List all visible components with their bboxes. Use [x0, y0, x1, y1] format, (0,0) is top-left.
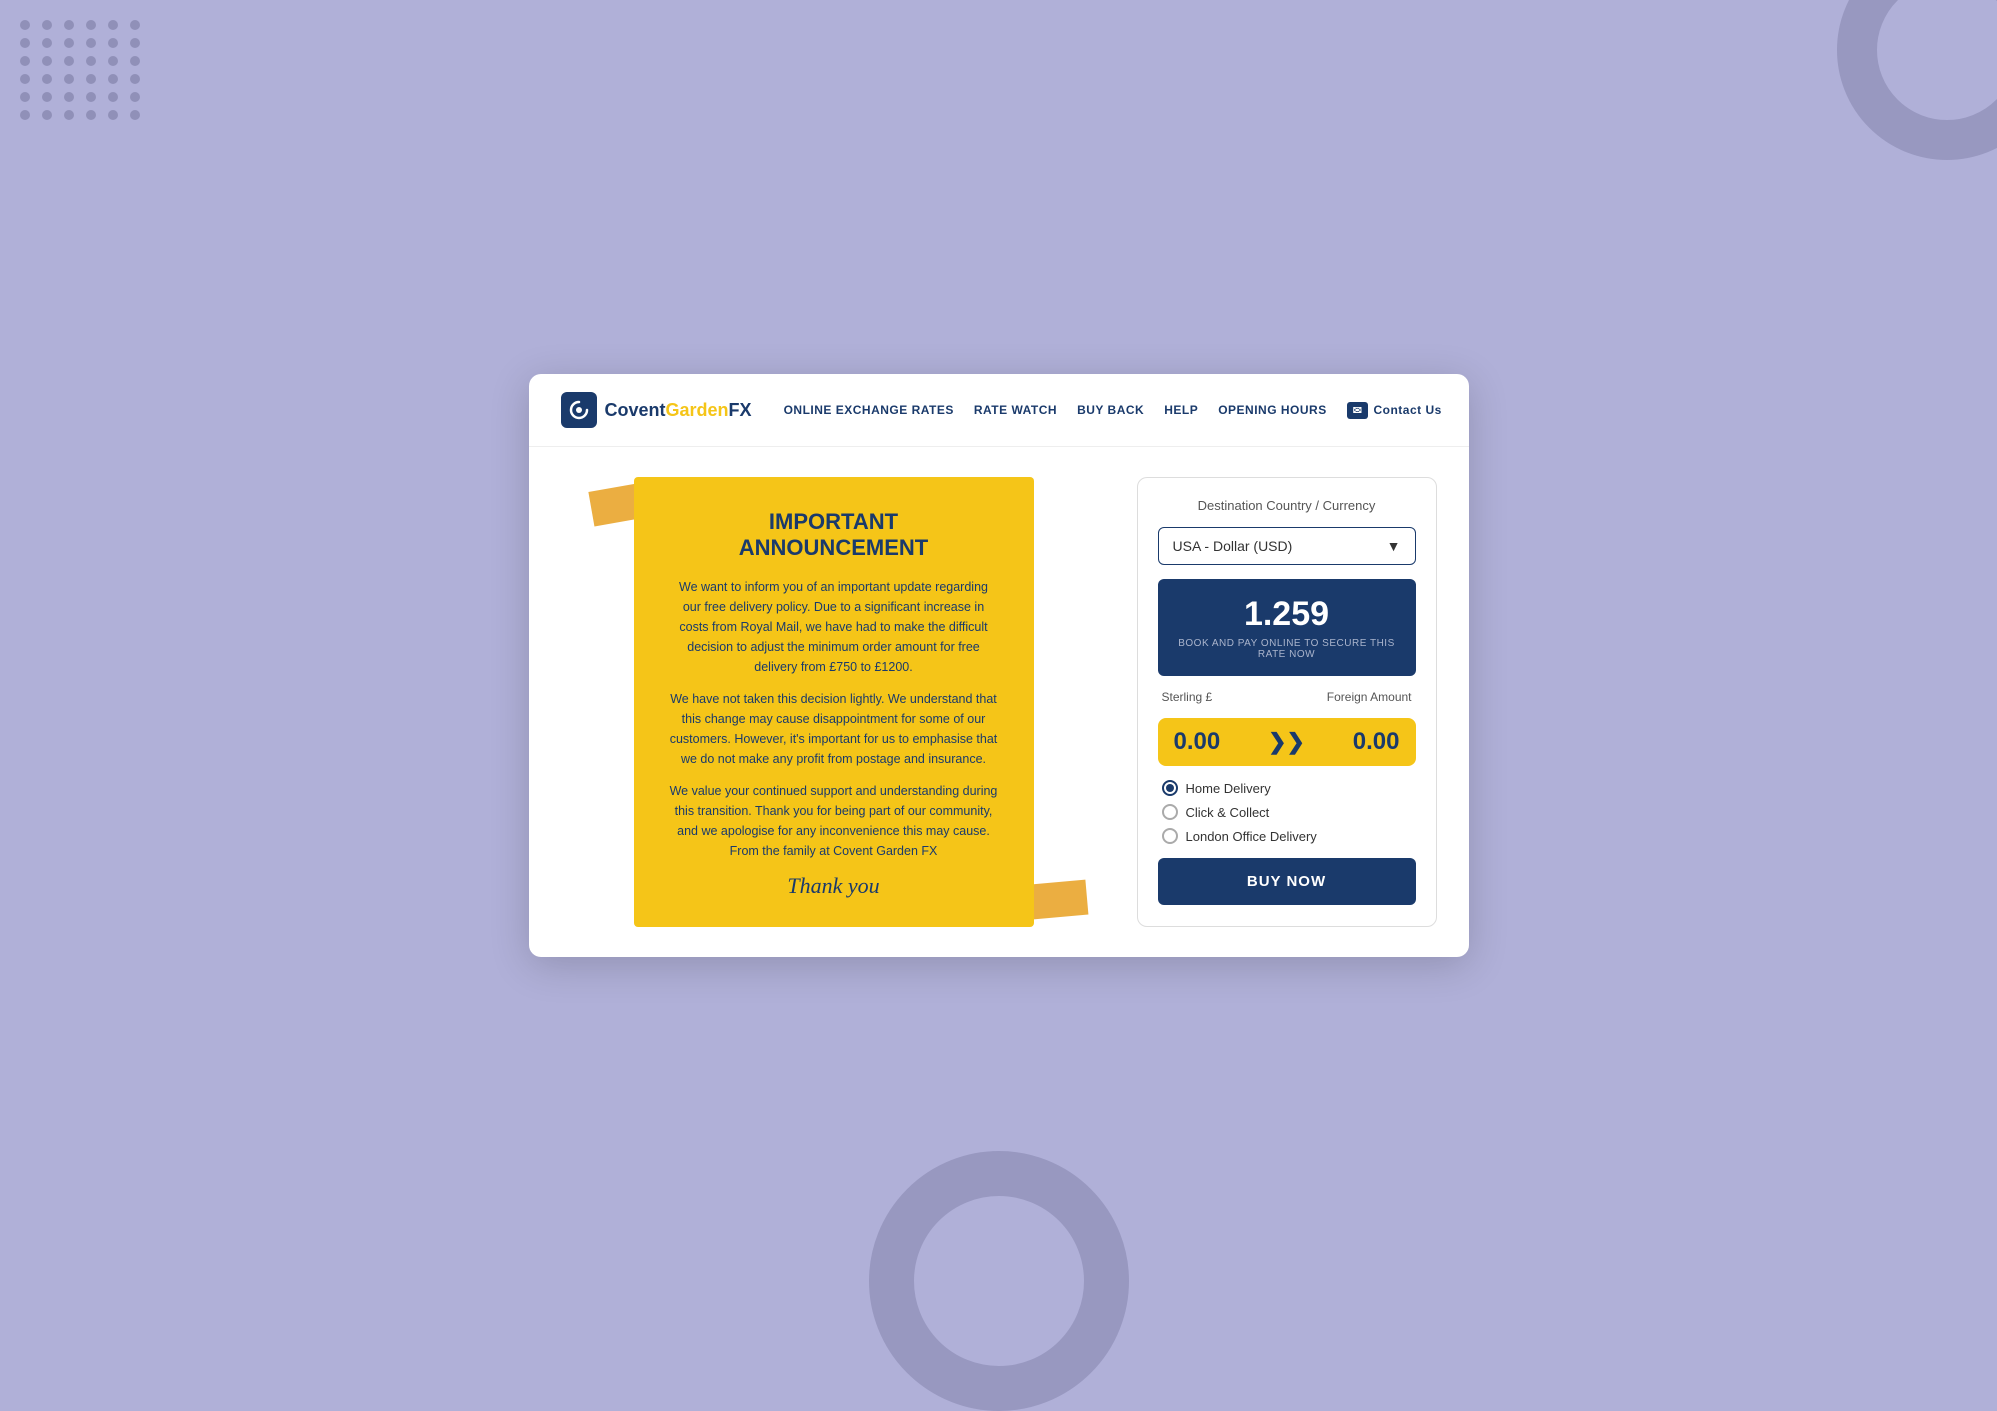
logo[interactable]: CoventGardenFX [561, 392, 752, 428]
signature: Thank you [670, 873, 998, 899]
logo-text: CoventGardenFX [605, 400, 752, 421]
nav-item-contact: ✉ Contact Us [1347, 402, 1442, 419]
nav-item-rate-watch: RATE WATCH [974, 401, 1057, 419]
announcement-note: IMPORTANTANNOUNCEMENT We want to inform … [634, 477, 1034, 927]
chevron-down-icon: ▼ [1387, 538, 1401, 554]
delivery-option-london[interactable]: London Office Delivery [1162, 828, 1416, 844]
nav-item-opening-hours: OPENING HOURS [1218, 401, 1327, 419]
announcement-wrapper: IMPORTANTANNOUNCEMENT We want to inform … [561, 477, 1107, 927]
radio-click-collect[interactable] [1162, 804, 1178, 820]
logo-icon [561, 392, 597, 428]
sterling-value[interactable]: 0.00 [1174, 728, 1221, 756]
arrow-icon: ❯❯ [1268, 729, 1305, 755]
buy-now-button[interactable]: BUY NOW [1158, 858, 1416, 905]
sterling-label: Sterling £ [1162, 690, 1213, 704]
envelope-icon: ✉ [1347, 402, 1369, 419]
delivery-options: Home Delivery Click & Collect London Off… [1158, 780, 1416, 844]
radio-london-office[interactable] [1162, 828, 1178, 844]
nav-link-online-exchange[interactable]: ONLINE EXCHANGE RATES [784, 403, 954, 417]
currency-dropdown[interactable]: USA - Dollar (USD) ▼ [1158, 527, 1416, 565]
delivery-option-collect[interactable]: Click & Collect [1162, 804, 1416, 820]
announcement-para-1: We want to inform you of an important up… [670, 577, 998, 677]
foreign-label: Foreign Amount [1327, 690, 1412, 704]
bg-circle-bottom-left [869, 1151, 1129, 1411]
background-dots [20, 20, 144, 120]
main-card: CoventGardenFX ONLINE EXCHANGE RATES RAT… [529, 374, 1469, 957]
announcement-body: We want to inform you of an important up… [670, 577, 998, 861]
nav-item-online-exchange: ONLINE EXCHANGE RATES [784, 401, 954, 419]
rate-number: 1.259 [1174, 595, 1400, 634]
announcement-para-3: We value your continued support and unde… [670, 781, 998, 861]
rate-box: 1.259 BOOK AND PAY ONLINE TO SECURE THIS… [1158, 579, 1416, 676]
currency-widget: Destination Country / Currency USA - Dol… [1137, 477, 1437, 927]
nav-link-buy-back[interactable]: BUY BACK [1077, 403, 1144, 417]
nav-link-opening-hours[interactable]: OPENING HOURS [1218, 403, 1327, 417]
delivery-option-home[interactable]: Home Delivery [1162, 780, 1416, 796]
navbar: CoventGardenFX ONLINE EXCHANGE RATES RAT… [529, 374, 1469, 447]
bg-circle-top-right [1837, 0, 1997, 160]
nav-link-rate-watch[interactable]: RATE WATCH [974, 403, 1057, 417]
home-delivery-label: Home Delivery [1186, 781, 1271, 796]
click-collect-label: Click & Collect [1186, 805, 1270, 820]
announcement-title: IMPORTANTANNOUNCEMENT [670, 509, 998, 561]
nav-item-help: HELP [1164, 401, 1198, 419]
selected-currency: USA - Dollar (USD) [1173, 538, 1293, 554]
rate-cta: BOOK AND PAY ONLINE TO SECURE THIS RATE … [1174, 638, 1400, 660]
nav-link-contact[interactable]: ✉ Contact Us [1347, 402, 1442, 419]
amount-labels: Sterling £ Foreign Amount [1158, 690, 1416, 704]
main-content: IMPORTANTANNOUNCEMENT We want to inform … [529, 447, 1469, 957]
announcement-para-2: We have not taken this decision lightly.… [670, 689, 998, 769]
radio-home-delivery[interactable] [1162, 780, 1178, 796]
amount-inputs: 0.00 ❯❯ 0.00 [1158, 718, 1416, 766]
nav-links: ONLINE EXCHANGE RATES RATE WATCH BUY BAC… [784, 401, 1442, 419]
tape-bottom-right [1030, 880, 1088, 920]
foreign-value[interactable]: 0.00 [1353, 728, 1400, 756]
destination-label: Destination Country / Currency [1158, 498, 1416, 513]
london-office-label: London Office Delivery [1186, 829, 1317, 844]
nav-link-help[interactable]: HELP [1164, 403, 1198, 417]
nav-item-buy-back: BUY BACK [1077, 401, 1144, 419]
